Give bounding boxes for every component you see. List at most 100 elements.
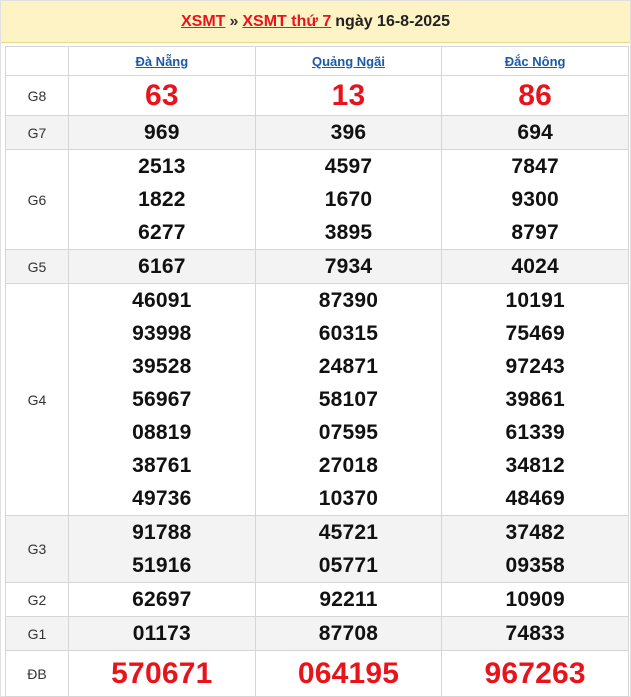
prize-number: 570671 — [111, 656, 213, 690]
prize-number: 08819 — [132, 421, 192, 444]
results-panel: XSMT » XSMT thứ 7 ngày 16-8-2025 Đà Nẵng… — [0, 0, 631, 697]
province-link-quang-ngai[interactable]: Quảng Ngãi — [312, 54, 385, 69]
prize-number: 75469 — [505, 322, 565, 345]
prize-number: 10370 — [318, 487, 379, 510]
prize-number: 13 — [331, 78, 366, 112]
breadcrumb-separator: » — [229, 12, 239, 30]
prize-cell: 7847 9300 8797 — [441, 149, 629, 250]
prize-label: G4 — [5, 283, 69, 516]
prize-number: 60315 — [318, 322, 379, 345]
prize-cell: 7934 — [254, 249, 443, 284]
prize-number: 8797 — [511, 221, 559, 244]
prize-number: 48469 — [505, 487, 565, 510]
prize-number: 37482 — [505, 521, 565, 544]
prize-row-db: ĐB 570671 064195 967263 — [5, 650, 629, 697]
prize-cell: 87390 60315 24871 58107 07595 27018 10370 — [254, 283, 443, 516]
prize-label: ĐB — [5, 650, 69, 697]
prize-cell: 45721 05771 — [254, 515, 443, 583]
prize-number: 63 — [144, 78, 179, 112]
prize-number: 969 — [144, 121, 180, 144]
prize-row-g7: G7 969 396 694 — [5, 115, 629, 150]
results-table: Đà Nẵng Quảng Ngãi Đắc Nông G8 63 13 86 G7 96… — [5, 46, 629, 697]
prize-cell: 064195 — [254, 650, 443, 697]
prize-number: 10191 — [505, 289, 565, 312]
province-header-row: Đà Nẵng Quảng Ngãi Đắc Nông — [5, 46, 629, 76]
prize-cell: 570671 — [68, 650, 256, 697]
prize-number: 87390 — [318, 289, 379, 312]
prize-number: 694 — [517, 121, 553, 144]
prize-number: 91788 — [132, 521, 192, 544]
prize-cell: 4024 — [441, 249, 629, 284]
prize-cell: 967263 — [441, 650, 629, 697]
xsmt-saturday-link[interactable]: XSMT thứ 7 — [242, 13, 331, 31]
xsmt-link[interactable]: XSMT — [181, 13, 225, 31]
prize-cell: 87708 — [254, 616, 443, 651]
prize-number: 74833 — [505, 622, 565, 645]
prize-cell: 13 — [254, 75, 443, 116]
prize-number: 7847 — [511, 155, 559, 178]
prize-cell: 37482 09358 — [441, 515, 629, 583]
prize-number: 62697 — [132, 588, 192, 611]
prize-number: 24871 — [318, 355, 379, 378]
prize-number: 61339 — [505, 421, 565, 444]
prize-label: G8 — [5, 75, 69, 116]
prize-number: 4597 — [324, 155, 373, 178]
prize-row-g2: G2 62697 92211 10909 — [5, 582, 629, 617]
prize-label: G3 — [5, 515, 69, 583]
prize-cell: 92211 — [254, 582, 443, 617]
draw-date: ngày 16-8-2025 — [335, 12, 450, 30]
results-header: XSMT » XSMT thứ 7 ngày 16-8-2025 — [1, 1, 630, 43]
prize-number: 967263 — [484, 656, 586, 690]
prize-number: 1670 — [324, 188, 373, 211]
prize-cell: 91788 51916 — [68, 515, 256, 583]
prize-number: 09358 — [505, 554, 565, 577]
prize-number: 4024 — [511, 255, 559, 278]
prize-number: 49736 — [132, 487, 192, 510]
prize-cell: 2513 1822 6277 — [68, 149, 256, 250]
prize-number: 93998 — [132, 322, 192, 345]
prize-column-header — [5, 46, 69, 76]
prize-row-g8: G8 63 13 86 — [5, 75, 629, 116]
prize-cell: 74833 — [441, 616, 629, 651]
prize-number: 92211 — [319, 588, 378, 611]
province-link-dac-nong[interactable]: Đắc Nông — [505, 54, 566, 69]
prize-number: 064195 — [297, 656, 400, 690]
prize-number: 7934 — [324, 255, 373, 278]
prize-row-g4: G4 46091 93998 39528 56967 08819 38761 49736 873… — [5, 283, 629, 516]
prize-row-g1: G1 01173 87708 74833 — [5, 616, 629, 651]
prize-number: 56967 — [132, 388, 192, 411]
prize-number: 6167 — [138, 255, 186, 278]
province-link-da-nang[interactable]: Đà Nẵng — [135, 54, 188, 69]
prize-cell: 63 — [68, 75, 256, 116]
prize-cell: 396 — [254, 115, 443, 150]
prize-cell: 6167 — [68, 249, 256, 284]
prize-number: 45721 — [318, 521, 379, 544]
prize-number: 07595 — [318, 421, 379, 444]
prize-number: 51916 — [132, 554, 192, 577]
prize-number: 39528 — [132, 355, 192, 378]
prize-number: 46091 — [132, 289, 192, 312]
prize-cell: 62697 — [68, 582, 256, 617]
prize-number: 10909 — [505, 588, 565, 611]
prize-number: 58107 — [318, 388, 379, 411]
prize-label: G5 — [5, 249, 69, 284]
prize-rows: G8 63 13 86 G7 969 396 694 G6 2513 1822 6277 4597 167… — [5, 75, 629, 697]
prize-number: 6277 — [138, 221, 186, 244]
prize-label: G2 — [5, 582, 69, 617]
prize-label: G7 — [5, 115, 69, 150]
prize-number: 3895 — [324, 221, 373, 244]
prize-number: 396 — [330, 121, 367, 144]
prize-cell: 10191 75469 97243 39861 61339 34812 48469 — [441, 283, 629, 516]
prize-cell: 694 — [441, 115, 629, 150]
prize-cell: 10909 — [441, 582, 629, 617]
prize-number: 01173 — [132, 622, 191, 645]
prize-number: 97243 — [505, 355, 565, 378]
prize-number: 34812 — [505, 454, 565, 477]
prize-cell: 4597 1670 3895 — [254, 149, 443, 250]
prize-number: 38761 — [132, 454, 192, 477]
prize-row-g6: G6 2513 1822 6277 4597 1670 3895 7847 9300 8797 — [5, 149, 629, 250]
prize-number: 87708 — [318, 622, 379, 645]
prize-cell: 01173 — [68, 616, 256, 651]
prize-number: 2513 — [138, 155, 186, 178]
prize-number: 9300 — [511, 188, 559, 211]
